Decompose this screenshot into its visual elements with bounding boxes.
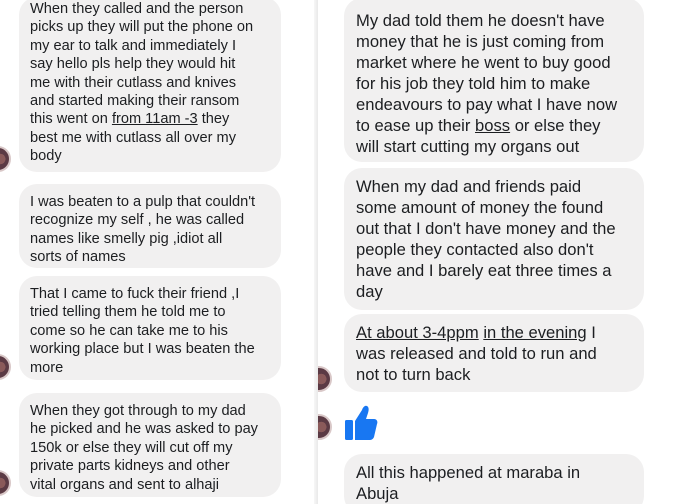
boss-link[interactable]: boss — [475, 116, 510, 135]
message-line: All this happened at maraba in — [356, 463, 581, 482]
time-link[interactable]: from 11am -3 — [112, 111, 198, 127]
sender-avatar[interactable] — [0, 354, 11, 380]
message-line: was released and told to run and — [356, 344, 597, 363]
message-bubble: When they got through to my dad he picke… — [19, 393, 281, 497]
left-chat-panel: When they called and the person picks up… — [0, 0, 318, 504]
message-line: names like smelly pig ,idiot all — [30, 230, 223, 247]
message-line: for his job they told him to make — [356, 74, 591, 93]
message-line: people they contacted also don't — [356, 240, 594, 259]
message-line: money that he is just coming from — [356, 32, 605, 51]
message-line: My dad told them he doesn't have — [356, 11, 605, 30]
message-line: more — [30, 359, 64, 376]
message-line: me with their cutlass and knives — [30, 74, 237, 91]
message-line: market where he went to buy good — [356, 53, 611, 72]
message-line: say hello pls help they would hit — [30, 56, 236, 73]
message-line: 150k or else they will cut off my — [30, 439, 233, 456]
message-line: have and I barely eat three times a — [356, 261, 612, 280]
message-line: not to turn back — [356, 365, 471, 384]
message-bubble: When my dad and friends paid some amount… — [344, 168, 644, 310]
sender-avatar[interactable] — [0, 146, 11, 172]
sender-avatar[interactable] — [318, 366, 332, 392]
message-line: this went on from 11am -3 they — [30, 110, 271, 128]
message-text: this went on — [30, 111, 112, 128]
message-text: or else they — [510, 116, 601, 135]
message-line: and started making their ransom — [30, 93, 240, 110]
message-line: to ease up their boss or else they — [356, 115, 633, 136]
message-line: out that I don't have money and the — [356, 219, 616, 238]
message-text: they — [197, 111, 230, 128]
message-bubble: All this happened at maraba in Abuja — [344, 454, 644, 504]
message-line: body — [30, 148, 62, 165]
message-line: vital organs and sent to alhaji — [30, 476, 220, 493]
message-line: will start cutting my organs out — [356, 137, 580, 156]
message-line: endeavours to pay what I have now — [356, 95, 618, 114]
message-line: Abuja — [356, 484, 399, 503]
message-line: When my dad and friends paid — [356, 177, 582, 196]
message-text: to ease up their — [356, 116, 476, 135]
time-link[interactable]: in the evening — [483, 323, 586, 342]
sender-avatar[interactable] — [0, 470, 11, 496]
message-line: I was beaten to a pulp that couldn't — [30, 194, 256, 210]
time-link[interactable]: At about 3-4ppm — [356, 323, 479, 342]
message-line: When they called and the person — [30, 1, 244, 17]
sender-avatar[interactable] — [318, 414, 332, 440]
message-line: tried telling them he told me to — [30, 304, 226, 321]
message-line: some amount of money the found — [356, 198, 604, 217]
message-bubble: When they called and the person picks up… — [19, 0, 281, 172]
message-line: That I came to fuck their friend ,I — [30, 286, 240, 302]
message-line: private parts kidneys and other — [30, 458, 230, 475]
message-line: working place but I was beaten the — [30, 341, 255, 358]
message-line: sorts of names — [30, 249, 126, 266]
message-line: When they got through to my dad — [30, 403, 246, 419]
message-line: recognize my self , he was called — [30, 212, 245, 229]
message-line: best me with cutlass all over my — [30, 129, 237, 146]
message-text: I — [586, 323, 596, 342]
message-line: picks up they will put the phone on — [30, 19, 254, 36]
message-line: At about 3-4ppm in the evening I — [356, 322, 633, 343]
message-bubble: I was beaten to a pulp that couldn't rec… — [19, 184, 281, 268]
message-line: my ear to talk and immediately I — [30, 37, 237, 54]
right-chat-panel: My dad told them he doesn't have money t… — [318, 0, 700, 504]
message-bubble: That I came to fuck their friend ,I trie… — [19, 276, 281, 380]
message-line: day — [356, 282, 383, 301]
message-line: he picked and he was asked to pay — [30, 421, 258, 438]
thumbs-up-icon — [345, 405, 378, 440]
message-line: come so he can take me to his — [30, 322, 228, 339]
message-bubble: At about 3-4ppm in the evening I was rel… — [344, 314, 644, 392]
message-bubble: My dad told them he doesn't have money t… — [344, 0, 644, 162]
